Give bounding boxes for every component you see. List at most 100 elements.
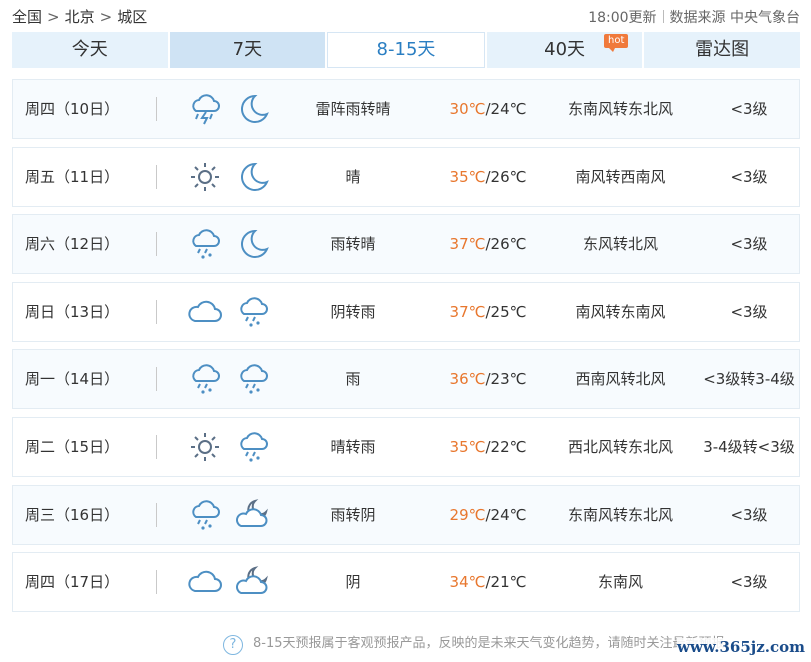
wind-level: <3级	[730, 302, 768, 321]
high-temperature: 34℃	[449, 573, 486, 592]
low-temperature: /24℃	[485, 100, 527, 118]
divider	[156, 299, 157, 324]
wind-level: <3级	[730, 100, 768, 118]
moon-cloud-icon	[235, 565, 271, 599]
tab-today[interactable]: 今天	[12, 32, 168, 68]
data-source: 数据来源 中央气象台	[669, 10, 800, 26]
low-temperature: /24℃	[485, 505, 527, 524]
temperature-range: 35℃/22℃	[443, 418, 533, 476]
forecast-row: 周三（16日） 雨转阴 29℃/24℃ 东南风转东北风 <3级	[12, 484, 800, 545]
question-icon[interactable]: ?	[223, 635, 243, 655]
forecast-row: 周二（15日） 晴转雨 35℃/22℃ 西北风转东北风 3-4级转<3级	[12, 416, 800, 477]
forecast-date: 周一（14日）	[25, 370, 120, 389]
wind-level: <3级	[730, 235, 768, 254]
weather-icons	[187, 565, 271, 599]
divider	[156, 367, 157, 392]
tab-label: 40天	[544, 39, 586, 60]
weather-description: 雷阵雨转晴	[315, 100, 391, 118]
weather-description: 雨转阴	[330, 505, 376, 524]
wind-direction: 南风转东南风	[575, 302, 666, 321]
forecast-date: 周三（16日）	[25, 505, 120, 524]
forecast-date: 周四（10日）	[25, 100, 120, 118]
rain-icon	[187, 227, 223, 261]
breadcrumb-separator: >	[47, 8, 60, 26]
high-temperature: 37℃	[449, 235, 486, 254]
temperature-range: 30℃/24℃	[443, 80, 533, 138]
wind-direction: 东南风	[597, 573, 643, 592]
divider	[156, 232, 157, 257]
tab-radar[interactable]: 雷达图	[644, 32, 800, 68]
breadcrumb-city[interactable]: 北京	[65, 8, 95, 26]
high-temperature: 36℃	[449, 370, 486, 389]
weather-icons	[187, 160, 271, 194]
forecast-row: 周六（12日） 雨转晴 37℃/26℃ 东风转北风 <3级	[12, 214, 800, 275]
weather-description: 雨转晴	[330, 235, 376, 254]
cloud-icon	[187, 295, 223, 329]
moon-icon	[235, 160, 271, 194]
low-temperature: /21℃	[485, 573, 527, 592]
breadcrumb: 全国 > 北京 > 城区	[12, 6, 147, 27]
temperature-range: 29℃/24℃	[443, 486, 533, 544]
low-temperature: /22℃	[485, 437, 527, 456]
hot-badge: hot	[603, 34, 629, 52]
tab-8-15-days[interactable]: 8-15天	[327, 32, 485, 68]
tab-40-days[interactable]: 40天 hot	[486, 32, 643, 68]
weather-icons	[187, 498, 271, 532]
temperature-range: 37℃/26℃	[443, 215, 533, 273]
update-info: 18:00更新 数据来源 中央气象台	[588, 7, 800, 27]
wind-direction: 东南风转东北风	[567, 100, 673, 118]
weather-description: 阴转雨	[330, 302, 376, 321]
top-bar: 全国 > 北京 > 城区 18:00更新 数据来源 中央气象台	[12, 6, 800, 28]
low-temperature: /25℃	[485, 302, 527, 321]
high-temperature: 37℃	[449, 302, 486, 321]
tab-label: 8-15天	[376, 39, 436, 60]
rain-icon	[187, 362, 223, 396]
wind-level: 3-4级转<3级	[703, 437, 795, 456]
sun-icon	[187, 430, 223, 464]
forecast-row: 周四（17日） 阴 34℃/21℃ 东南风 <3级	[12, 552, 800, 613]
high-temperature: 29℃	[449, 505, 486, 524]
low-temperature: /23℃	[485, 370, 527, 389]
forecast-row: 周四（10日） 雷阵雨转晴 30℃/24℃ 东南风转东北风 <3级	[12, 79, 800, 139]
breadcrumb-country[interactable]: 全国	[12, 8, 42, 26]
temperature-range: 36℃/23℃	[443, 350, 533, 408]
divider	[156, 97, 157, 121]
wind-direction: 东南风转东北风	[567, 505, 673, 524]
tab-7-days[interactable]: 7天	[169, 32, 326, 68]
temperature-range: 37℃/25℃	[443, 283, 533, 341]
wind-direction: 东风转北风	[582, 235, 658, 254]
weather-icons	[187, 295, 271, 329]
breadcrumb-district: 城区	[117, 8, 148, 26]
weather-icons	[187, 227, 271, 261]
thunder-rain-icon	[187, 92, 223, 126]
wind-direction: 西北风转东北风	[567, 437, 673, 456]
cloud-icon	[187, 565, 223, 599]
forecast-date: 周四（17日）	[25, 573, 120, 592]
rain-icon	[235, 362, 271, 396]
wind-level: <3级	[730, 573, 768, 592]
weather-icons	[187, 362, 271, 396]
tab-label: 今天	[71, 39, 108, 60]
footnote-text: 8-15天预报属于客观预报产品，反映的是未来天气变化趋势，请随时关注最新预报。	[253, 636, 738, 651]
update-time: 18:00更新	[588, 10, 657, 26]
wind-direction: 西南风转北风	[575, 370, 666, 389]
forecast-date: 周五（11日）	[25, 167, 120, 186]
moon-cloud-icon	[235, 498, 271, 532]
forecast-row: 周日（13日） 阴转雨 37℃/25℃ 南风转东南风 <3级	[12, 281, 800, 342]
watermark: www.365jz.com	[677, 638, 805, 656]
rain-icon	[235, 295, 271, 329]
wind-direction: 南风转西南风	[575, 167, 666, 186]
forecast-row: 周一（14日） 雨 36℃/23℃ 西南风转北风 <3级转3-4级	[12, 349, 800, 410]
weather-description: 晴	[345, 167, 361, 186]
divider	[156, 570, 157, 595]
weather-description: 雨	[345, 370, 361, 389]
footnote: ? 8-15天预报属于客观预报产品，反映的是未来天气变化趋势，请随时关注最新预报。	[223, 632, 738, 655]
low-temperature: /26℃	[485, 235, 527, 254]
divider	[156, 502, 157, 527]
low-temperature: /26℃	[485, 167, 527, 186]
breadcrumb-separator: >	[99, 8, 113, 26]
high-temperature: 35℃	[449, 167, 486, 186]
rain-icon	[235, 430, 271, 464]
temperature-range: 35℃/26℃	[443, 148, 533, 206]
wind-level: <3级转3-4级	[703, 370, 795, 389]
